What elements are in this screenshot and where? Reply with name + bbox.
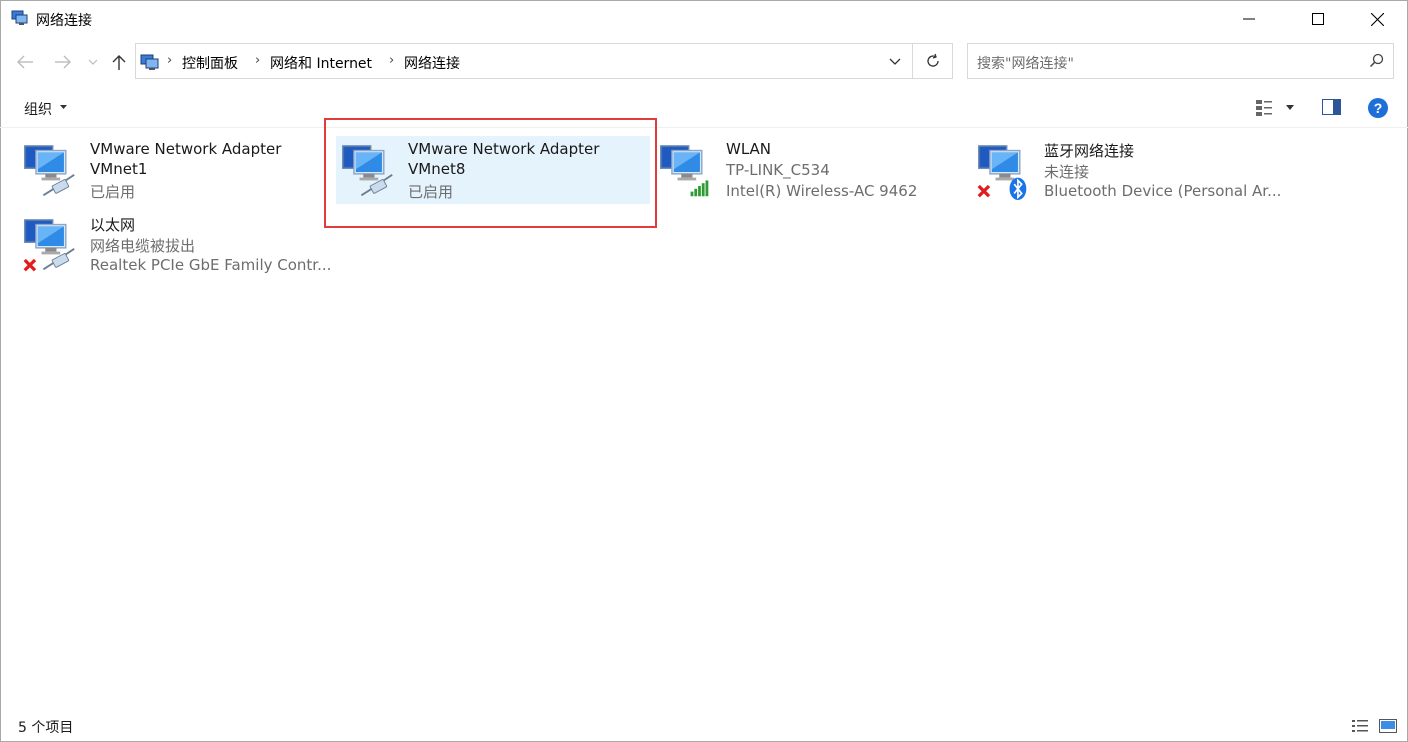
item-name: 以太网 xyxy=(90,216,136,234)
navigation-bar: › 控制面板 › 网络和 Internet › 网络连接 搜索"网络连接" xyxy=(0,43,1408,81)
chevron-down-icon xyxy=(88,59,98,65)
connection-item-wlan[interactable]: WLAN TP-LINK_C534 Intel(R) Wireless-AC 9… xyxy=(654,136,954,204)
item-name-line2: VMnet1 xyxy=(90,160,148,178)
arrow-up-icon xyxy=(112,55,126,70)
network-connections-app-icon xyxy=(11,10,28,25)
chevron-down-icon xyxy=(889,58,901,65)
breadcrumb-network-connections[interactable]: 网络连接 xyxy=(404,53,460,73)
forward-button[interactable] xyxy=(52,51,74,73)
item-name: 蓝牙网络连接 xyxy=(1044,142,1135,160)
address-bar[interactable]: › 控制面板 › 网络和 Internet › 网络连接 xyxy=(135,43,953,79)
breadcrumb-separator: › xyxy=(255,53,261,68)
connection-item-bluetooth[interactable]: 蓝牙网络连接 未连接 Bluetooth Device (Personal Ar… xyxy=(972,136,1282,204)
change-view-icon[interactable] xyxy=(1255,99,1273,117)
maximize-button[interactable] xyxy=(1295,0,1341,38)
network-connections-icon xyxy=(140,54,159,70)
item-name: WLAN xyxy=(726,140,772,158)
large-icons-view-icon[interactable] xyxy=(1379,718,1397,734)
item-device: Realtek PCIe GbE Family Contr... xyxy=(90,256,332,274)
item-status: 已启用 xyxy=(90,183,136,201)
dropdown-arrow-icon xyxy=(60,105,67,109)
connection-item-vmnet1[interactable]: VMware Network Adapter VMnet1 已启用 xyxy=(18,136,318,204)
svg-text:?: ? xyxy=(1374,100,1383,116)
close-button[interactable] xyxy=(1354,0,1400,38)
item-name-line1: VMware Network Adapter xyxy=(90,140,282,158)
item-status: 未连接 xyxy=(1044,163,1090,181)
up-button[interactable] xyxy=(108,51,130,73)
highlight-annotation-box xyxy=(324,118,657,228)
item-device: Bluetooth Device (Personal Ar... xyxy=(1044,182,1282,200)
item-count: 5 个项目 xyxy=(18,720,74,736)
view-options-dropdown-icon[interactable] xyxy=(1286,105,1294,110)
breadcrumb-separator: › xyxy=(167,53,173,68)
title-bar: 网络连接 xyxy=(0,0,1408,38)
breadcrumb-separator: › xyxy=(389,53,395,68)
disconnected-x-icon xyxy=(977,184,991,198)
recent-locations-button[interactable] xyxy=(83,51,103,73)
arrow-left-icon xyxy=(17,55,33,69)
item-status: 网络电缆被拔出 xyxy=(90,237,196,255)
breadcrumb-control-panel[interactable]: 控制面板 xyxy=(182,53,238,73)
address-history-button[interactable] xyxy=(879,44,911,78)
breadcrumb-network-internet[interactable]: 网络和 Internet xyxy=(270,53,372,73)
item-status: TP-LINK_C534 xyxy=(726,161,830,179)
arrow-right-icon xyxy=(55,55,71,69)
refresh-button[interactable] xyxy=(913,44,953,78)
ethernet-adapter-icon xyxy=(23,219,76,272)
search-icon xyxy=(1369,53,1384,68)
item-device: Intel(R) Wireless-AC 9462 xyxy=(726,182,918,200)
window-title: 网络连接 xyxy=(36,13,92,29)
refresh-icon xyxy=(927,53,939,67)
search-box[interactable]: 搜索"网络连接" xyxy=(967,43,1394,79)
wireless-adapter-icon xyxy=(660,145,709,197)
connection-item-ethernet[interactable]: 以太网 网络电缆被拔出 Realtek PCIe GbE Family Cont… xyxy=(18,210,332,278)
maximize-icon xyxy=(1312,13,1324,25)
details-view-icon[interactable] xyxy=(1351,718,1369,734)
preview-pane-icon[interactable] xyxy=(1322,99,1341,115)
organize-menu[interactable]: 组织 xyxy=(24,99,52,119)
network-adapter-icon xyxy=(24,145,76,197)
help-icon[interactable]: ? xyxy=(1367,97,1389,119)
search-placeholder: 搜索"网络连接" xyxy=(977,56,1074,72)
command-bar: 组织 ? xyxy=(0,89,1408,128)
minimize-button[interactable] xyxy=(1226,0,1272,38)
bluetooth-adapter-icon xyxy=(977,145,1027,200)
close-icon xyxy=(1370,12,1384,26)
back-button[interactable] xyxy=(14,51,36,73)
minimize-icon xyxy=(1243,18,1255,20)
